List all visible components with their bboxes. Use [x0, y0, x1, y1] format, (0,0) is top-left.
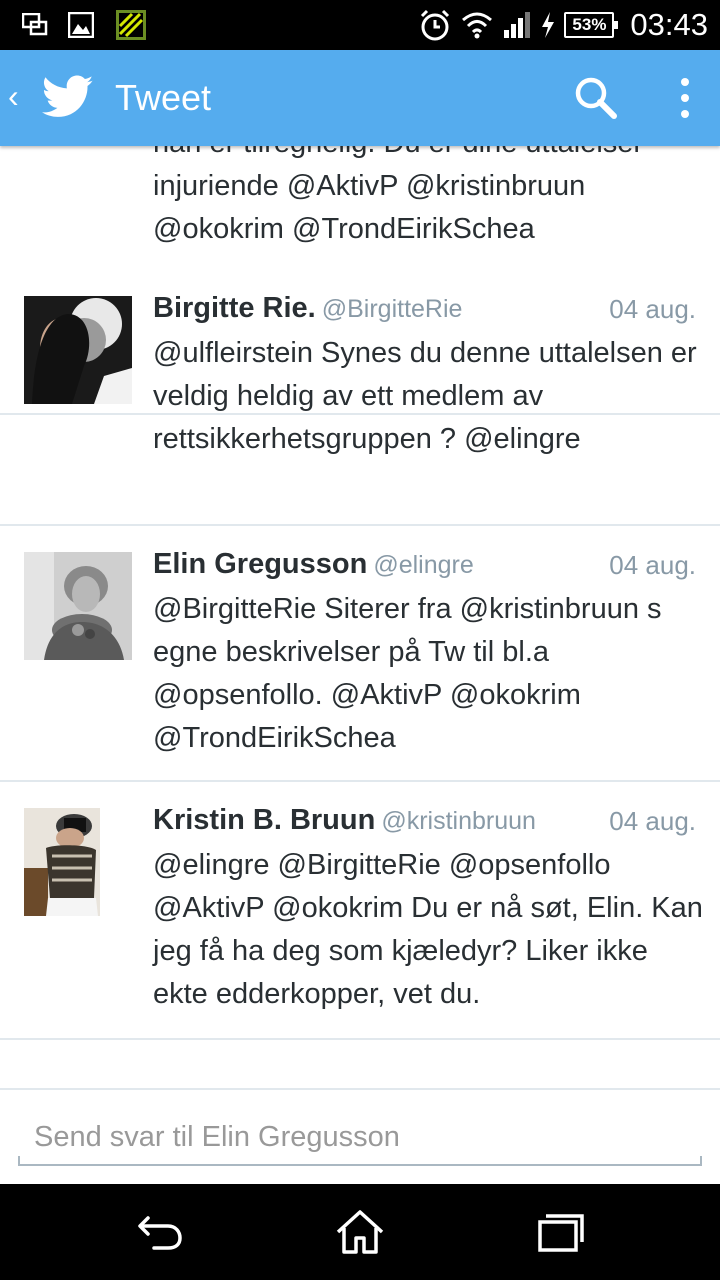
tweet-text: @BirgitteRie Siterer fra @kristinbruun s…	[153, 593, 662, 754]
signal-icon	[504, 12, 531, 38]
home-icon[interactable]	[332, 1204, 388, 1260]
tweet-text: han er tilregnelig. Du er dine uttalelse…	[153, 146, 643, 245]
chevron-left-icon[interactable]: ‹	[8, 76, 19, 116]
avatar[interactable]	[24, 808, 132, 916]
tweet-item[interactable]: Elin Gregusson @elingre 04 aug. @Birgitte…	[0, 526, 720, 782]
charging-icon	[542, 12, 555, 38]
author-name[interactable]: Kristin B. Bruun	[153, 804, 375, 836]
author-name[interactable]: Birgitte Rie.	[153, 292, 316, 324]
back-icon[interactable]	[132, 1204, 188, 1260]
tweet-header: Kristin B. Bruun @kristinbruun 04 aug.	[153, 804, 696, 844]
avatar[interactable]	[24, 552, 132, 660]
search-icon[interactable]	[572, 74, 620, 122]
author-name[interactable]: Elin Gregusson	[153, 548, 367, 580]
page-title: Tweet	[115, 77, 212, 118]
tweet-date: 04 aug.	[609, 294, 696, 324]
avatar[interactable]	[24, 296, 132, 404]
twitter-bird-icon[interactable]	[42, 74, 94, 120]
tweet-text: @elingre @BirgitteRie @opsenfollo @Aktiv…	[153, 849, 703, 1010]
app-notification-icon	[116, 10, 146, 40]
tweet-date: 04 aug.	[609, 550, 696, 580]
tweet-item[interactable]: Kristin B. Bruun @kristinbruun 04 aug. @e…	[0, 782, 720, 1040]
alarm-icon	[421, 9, 450, 41]
tweet-text: @ulfleirstein Synes du denne uttalelsen …	[153, 337, 697, 455]
tweet-header: Birgitte Rie. @BirgitteRie 04 aug.	[153, 292, 696, 332]
screen-mirror-icon	[22, 13, 48, 36]
image-icon	[68, 12, 94, 38]
reply-input[interactable]: Send svar til Elin Gregusson	[18, 1112, 702, 1166]
battery-icon: 53%	[564, 12, 619, 38]
wifi-icon	[462, 12, 493, 39]
divider	[0, 1088, 720, 1090]
navigation-bar	[0, 1184, 720, 1280]
overflow-menu-icon[interactable]	[670, 74, 700, 124]
action-bar: ‹ Tweet	[0, 50, 720, 146]
author-handle[interactable]: @BirgitteRie	[322, 295, 463, 323]
tweet-header: Elin Gregusson @elingre 04 aug.	[153, 548, 696, 588]
author-handle[interactable]: @kristinbruun	[381, 807, 536, 835]
status-bar: 53% 03:43	[0, 0, 720, 50]
tweet-date: 04 aug.	[609, 806, 696, 836]
author-handle[interactable]: @elingre	[373, 551, 473, 579]
recent-apps-icon[interactable]	[532, 1204, 588, 1260]
clock: 03:43	[630, 7, 708, 42]
tweet-item[interactable]: Birgitte Rie. @BirgitteRie 04 aug. @ulfle…	[0, 270, 720, 526]
tweet-feed[interactable]: han er tilregnelig. Du er dine uttalelse…	[0, 146, 720, 1090]
